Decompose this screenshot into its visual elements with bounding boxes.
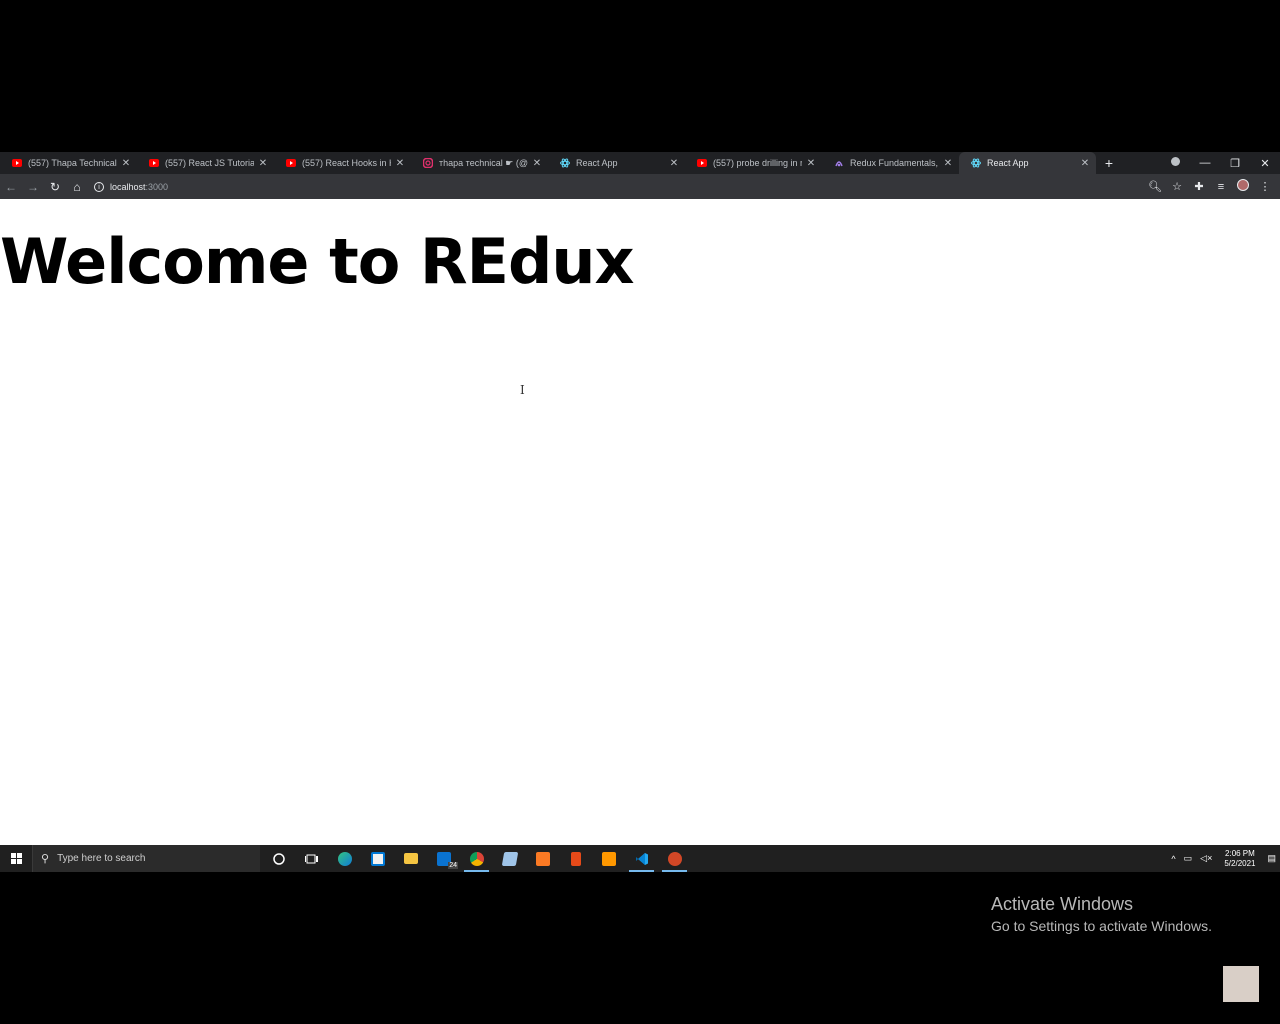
web-page-content: Welcome to REdux I <box>0 199 1280 845</box>
xampp-icon[interactable] <box>526 845 559 872</box>
close-tab-icon[interactable]: ✕ <box>258 158 268 169</box>
browser-tab[interactable]: React App ✕ <box>548 152 685 174</box>
tab-title: (557) React Hooks in Hindi <box>302 158 391 168</box>
system-tray: ^ ▭ ◁× 2:06 PM 5/2/2021 ▤ <box>1167 845 1280 872</box>
redux-icon <box>834 158 844 168</box>
search-icon: ⚲ <box>41 853 50 865</box>
close-tab-icon[interactable]: ✕ <box>1080 158 1090 169</box>
react-icon <box>971 158 981 168</box>
tab-title: (557) Thapa Technical - You <box>28 158 117 168</box>
notepad-icon[interactable] <box>493 845 526 872</box>
office-icon[interactable] <box>559 845 592 872</box>
youtube-icon <box>149 158 159 168</box>
tab-title: (557) React JS Tutorial in H <box>165 158 254 168</box>
url-host: localhost <box>110 181 146 192</box>
clock-date: 5/2/2021 <box>1224 858 1256 868</box>
extensions-icon[interactable]: ✚ <box>1188 180 1210 193</box>
bookmark-star-icon[interactable]: ☆ <box>1166 180 1188 193</box>
tab-search-icon[interactable] <box>1160 157 1190 169</box>
close-tab-icon[interactable]: ✕ <box>669 158 679 169</box>
clock[interactable]: 2:06 PM 5/2/2021 <box>1224 849 1255 869</box>
tab-title: React App <box>987 158 1029 168</box>
show-hidden-icons-icon[interactable]: ^ <box>1171 854 1175 864</box>
search-placeholder: Type here to search <box>57 853 146 864</box>
tab-title: React App <box>576 158 618 168</box>
menu-kebab-icon[interactable]: ⋮ <box>1254 180 1276 193</box>
window-controls: — ❐ ✕ <box>1160 152 1280 174</box>
close-window-icon[interactable]: ✕ <box>1250 157 1280 170</box>
home-icon[interactable]: ⌂ <box>66 180 88 194</box>
close-tab-icon[interactable]: ✕ <box>121 158 131 169</box>
tab-title: Redux Fundamentals, Part <box>850 158 939 168</box>
text-cursor-icon: I <box>520 383 525 397</box>
channel-logo-watermark <box>1223 966 1259 1002</box>
site-info-icon[interactable]: i <box>94 181 104 192</box>
react-icon <box>560 158 570 168</box>
browser-tab[interactable]: (557) React Hooks in Hindi ✕ <box>274 152 411 174</box>
minimize-icon[interactable]: — <box>1190 157 1220 169</box>
windows-logo-icon <box>10 853 22 864</box>
youtube-icon <box>697 158 707 168</box>
mail-badge: 24 <box>448 862 458 869</box>
browser-tab[interactable]: (557) probe drilling in reac ✕ <box>685 152 822 174</box>
browser-tab[interactable]: Redux Fundamentals, Part ✕ <box>822 152 959 174</box>
clock-time: 2:06 PM <box>1225 848 1255 858</box>
activate-title: Activate Windows <box>991 894 1134 914</box>
close-tab-icon[interactable]: ✕ <box>943 158 953 169</box>
youtube-icon <box>12 158 22 168</box>
sublime-text-icon[interactable] <box>592 845 625 872</box>
browser-tab-active[interactable]: React App ✕ <box>959 152 1096 174</box>
browser-tab-strip: (557) Thapa Technical - You ✕ (557) Reac… <box>0 152 1280 174</box>
file-explorer-icon[interactable] <box>394 845 427 872</box>
browser-tab[interactable]: (557) Thapa Technical - You ✕ <box>0 152 137 174</box>
browser-tab[interactable]: (557) React JS Tutorial in H ✕ <box>137 152 274 174</box>
zoom-icon[interactable]: 🔍︎ <box>1144 180 1166 193</box>
close-tab-icon[interactable]: ✕ <box>395 158 405 169</box>
taskbar-search-box[interactable]: ⚲ Type here to search <box>32 845 260 872</box>
forward-arrow-icon[interactable]: → <box>22 180 44 194</box>
back-arrow-icon[interactable]: ← <box>0 180 22 194</box>
reload-icon[interactable]: ↻ <box>44 180 66 194</box>
activate-windows-watermark: Activate Windows Go to Settings to activ… <box>991 894 1212 934</box>
browser-toolbar: ← → ↻ ⌂ i localhost:3000 🔍︎ ☆ ✚ ≡ ⋮ <box>0 174 1280 199</box>
notifications-icon[interactable]: ▤ <box>1267 853 1276 864</box>
task-view-icon[interactable] <box>295 845 328 872</box>
chrome-icon[interactable] <box>460 845 493 872</box>
volume-muted-icon[interactable]: ◁× <box>1200 853 1212 864</box>
tab-title: (557) probe drilling in reac <box>713 158 802 168</box>
tab-title: тhapa тechnical ☛ (@vino <box>439 157 528 168</box>
profile-avatar[interactable] <box>1232 179 1254 194</box>
activate-subtitle: Go to Settings to activate Windows. <box>991 918 1212 934</box>
new-tab-button[interactable]: + <box>1096 155 1122 171</box>
address-bar[interactable]: i localhost:3000 <box>94 178 1144 195</box>
edge-icon[interactable] <box>328 845 361 872</box>
reading-list-icon[interactable]: ≡ <box>1210 181 1232 193</box>
url-port: :3000 <box>145 181 169 192</box>
mail-icon[interactable]: 24 <box>427 845 460 872</box>
vscode-icon[interactable] <box>625 845 658 872</box>
browser-tab[interactable]: тhapa тechnical ☛ (@vino ✕ <box>411 152 548 174</box>
windows-taskbar: ⚲ Type here to search 24 ^ ▭ ◁× 2:06 PM … <box>0 845 1280 872</box>
restore-icon[interactable]: ❐ <box>1220 157 1250 170</box>
store-icon[interactable] <box>361 845 394 872</box>
youtube-icon <box>286 158 296 168</box>
network-icon[interactable]: ▭ <box>1184 853 1193 864</box>
cortana-icon[interactable] <box>262 845 295 872</box>
close-tab-icon[interactable]: ✕ <box>532 158 542 169</box>
powerpoint-icon[interactable] <box>658 845 691 872</box>
start-button[interactable] <box>0 845 32 872</box>
page-heading: Welcome to REdux <box>0 225 634 298</box>
close-tab-icon[interactable]: ✕ <box>806 158 816 169</box>
instagram-icon <box>423 158 433 168</box>
